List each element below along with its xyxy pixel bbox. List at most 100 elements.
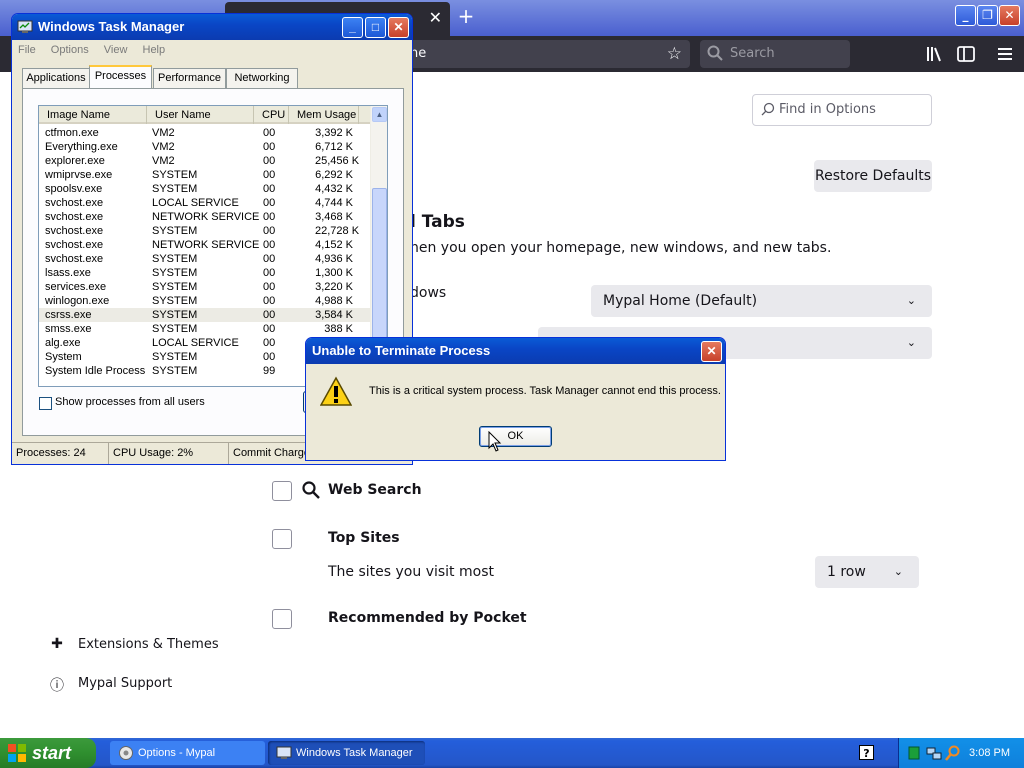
pocket-label: Recommended by Pocket	[328, 610, 527, 626]
menu-hamburger-icon[interactable]	[995, 44, 1015, 64]
taskbar-item-task-manager[interactable]: Windows Task Manager	[268, 741, 425, 765]
maximize-button[interactable]: □	[365, 17, 386, 38]
tab-close-icon[interactable]: ✕	[429, 10, 442, 26]
process-row[interactable]: Everything.exe VM2 00 6,712 K	[39, 140, 371, 154]
minimize-button[interactable]: _	[342, 17, 363, 38]
top-sites-rows-select[interactable]: 1 row ⌄	[815, 556, 919, 588]
process-user-name: SYSTEM	[152, 169, 198, 181]
top-sites-description: The sites you visit most	[328, 564, 494, 580]
process-image-name: svchost.exe	[45, 253, 104, 265]
column-mem-usage[interactable]: Mem Usage	[289, 106, 359, 124]
tab-processes[interactable]: Processes	[89, 65, 152, 89]
url-bar[interactable]: ne ☆	[400, 40, 690, 68]
process-user-name: SYSTEM	[152, 295, 198, 307]
close-button[interactable]: ✕	[701, 341, 722, 362]
process-user-name: SYSTEM	[152, 183, 198, 195]
pocket-checkbox[interactable]	[272, 609, 292, 629]
search-icon	[761, 102, 775, 116]
browser-close-button[interactable]: ✕	[999, 5, 1020, 26]
top-sites-checkbox[interactable]	[272, 529, 292, 549]
browser-minimize-button[interactable]: _	[955, 5, 976, 26]
puzzle-piece-icon: ✚	[51, 636, 63, 652]
network-tray-icon[interactable]	[926, 745, 942, 761]
process-row[interactable]: svchost.exe SYSTEM 00 4,936 K	[39, 252, 371, 266]
find-placeholder: Find in Options	[779, 102, 876, 117]
start-button[interactable]: start	[0, 738, 96, 768]
menu-view[interactable]: View	[104, 44, 128, 56]
process-row[interactable]: csrss.exe SYSTEM 00 3,584 K	[39, 308, 371, 322]
start-label: start	[32, 743, 72, 763]
task-manager-titlebar[interactable]: Windows Task Manager _ □ ✕	[12, 14, 412, 40]
column-user-name[interactable]: User Name	[147, 106, 254, 124]
taskbar-item-mypal[interactable]: Options - Mypal	[110, 741, 265, 765]
clock: 3:08 PM	[969, 747, 1010, 759]
process-row[interactable]: winlogon.exe SYSTEM 00 4,988 K	[39, 294, 371, 308]
error-dialog: Unable to Terminate Process ✕ This is a …	[305, 337, 726, 461]
web-search-checkbox[interactable]	[272, 481, 292, 501]
library-icon[interactable]	[924, 44, 944, 64]
search-icon	[302, 481, 320, 499]
process-row[interactable]: explorer.exe VM2 00 25,456 K	[39, 154, 371, 168]
process-cpu: 00	[263, 253, 276, 265]
menu-file[interactable]: File	[18, 44, 36, 56]
search-tray-icon[interactable]	[945, 745, 961, 761]
section-heading: l Tabs	[410, 212, 465, 232]
bookmark-star-icon[interactable]: ☆	[667, 40, 682, 68]
homepage-select[interactable]: Mypal Home (Default) ⌄	[591, 285, 932, 317]
process-cpu: 00	[263, 281, 276, 293]
tab-applications[interactable]: Applications	[22, 68, 90, 88]
chevron-down-icon: ⌄	[906, 294, 916, 307]
error-dialog-titlebar[interactable]: Unable to Terminate Process ✕	[306, 338, 725, 364]
process-row[interactable]: ctfmon.exe VM2 00 3,392 K	[39, 126, 371, 140]
show-all-users-checkbox[interactable]	[39, 397, 52, 410]
tab-networking[interactable]: Networking	[226, 68, 298, 88]
help-circle-icon: ⓘ	[50, 678, 64, 694]
process-image-name: svchost.exe	[45, 197, 104, 209]
menu-options[interactable]: Options	[51, 44, 89, 56]
error-message: This is a critical system process. Task …	[369, 385, 721, 397]
task-manager-icon	[17, 20, 33, 33]
process-row[interactable]: svchost.exe SYSTEM 00 22,728 K	[39, 224, 371, 238]
task-manager-icon	[276, 746, 292, 759]
process-user-name: NETWORK SERVICE	[152, 239, 260, 251]
process-row[interactable]: svchost.exe NETWORK SERVICE 00 4,152 K	[39, 238, 371, 252]
process-row[interactable]: services.exe SYSTEM 00 3,220 K	[39, 280, 371, 294]
menu-help[interactable]: Help	[143, 44, 166, 56]
process-user-name: SYSTEM	[152, 253, 198, 265]
sidebar-item-label: Extensions & Themes	[78, 637, 219, 652]
search-placeholder: Search	[730, 46, 775, 61]
column-image-name[interactable]: Image Name	[39, 106, 147, 124]
homepage-select-value: Mypal Home (Default)	[603, 293, 758, 309]
process-user-name: SYSTEM	[152, 323, 198, 335]
scroll-up-arrow-icon[interactable]: ▲	[372, 107, 387, 122]
find-in-options-input[interactable]: Find in Options	[752, 94, 932, 126]
process-user-name: SYSTEM	[152, 225, 198, 237]
process-user-name: SYSTEM	[152, 365, 198, 377]
process-row[interactable]: wmiprvse.exe SYSTEM 00 6,292 K	[39, 168, 371, 182]
new-tab-button[interactable]: +	[455, 6, 477, 28]
close-button[interactable]: ✕	[388, 17, 409, 38]
process-row[interactable]: lsass.exe SYSTEM 00 1,300 K	[39, 266, 371, 280]
help-icon[interactable]: ?	[859, 745, 874, 760]
column-cpu[interactable]: CPU	[254, 106, 289, 124]
browser-restore-button[interactable]: ❐	[977, 5, 998, 26]
green-tray-icon[interactable]	[908, 746, 920, 760]
tab-performance[interactable]: Performance	[153, 68, 226, 88]
process-mem-usage: 3,468 K	[315, 211, 353, 223]
process-row[interactable]: smss.exe SYSTEM 00 388 K	[39, 322, 371, 336]
mypal-browser-icon	[119, 746, 133, 760]
process-row[interactable]: svchost.exe NETWORK SERVICE 00 3,468 K	[39, 210, 371, 224]
task-manager-title: Windows Task Manager	[38, 19, 185, 34]
browser-search-input[interactable]: Search	[700, 40, 850, 68]
process-row[interactable]: spoolsv.exe SYSTEM 00 4,432 K	[39, 182, 371, 196]
process-image-name: lsass.exe	[45, 267, 91, 279]
process-image-name: wmiprvse.exe	[45, 169, 113, 181]
process-row[interactable]: svchost.exe LOCAL SERVICE 00 4,744 K	[39, 196, 371, 210]
process-mem-usage: 6,712 K	[315, 141, 353, 153]
restore-defaults-button[interactable]: Restore Defaults	[814, 160, 932, 192]
process-image-name: System	[45, 351, 82, 363]
chevron-down-icon: ⌄	[906, 336, 916, 349]
top-sites-label: Top Sites	[328, 530, 400, 546]
process-cpu: 00	[263, 127, 276, 139]
sidebar-toggle-icon[interactable]	[956, 44, 976, 64]
